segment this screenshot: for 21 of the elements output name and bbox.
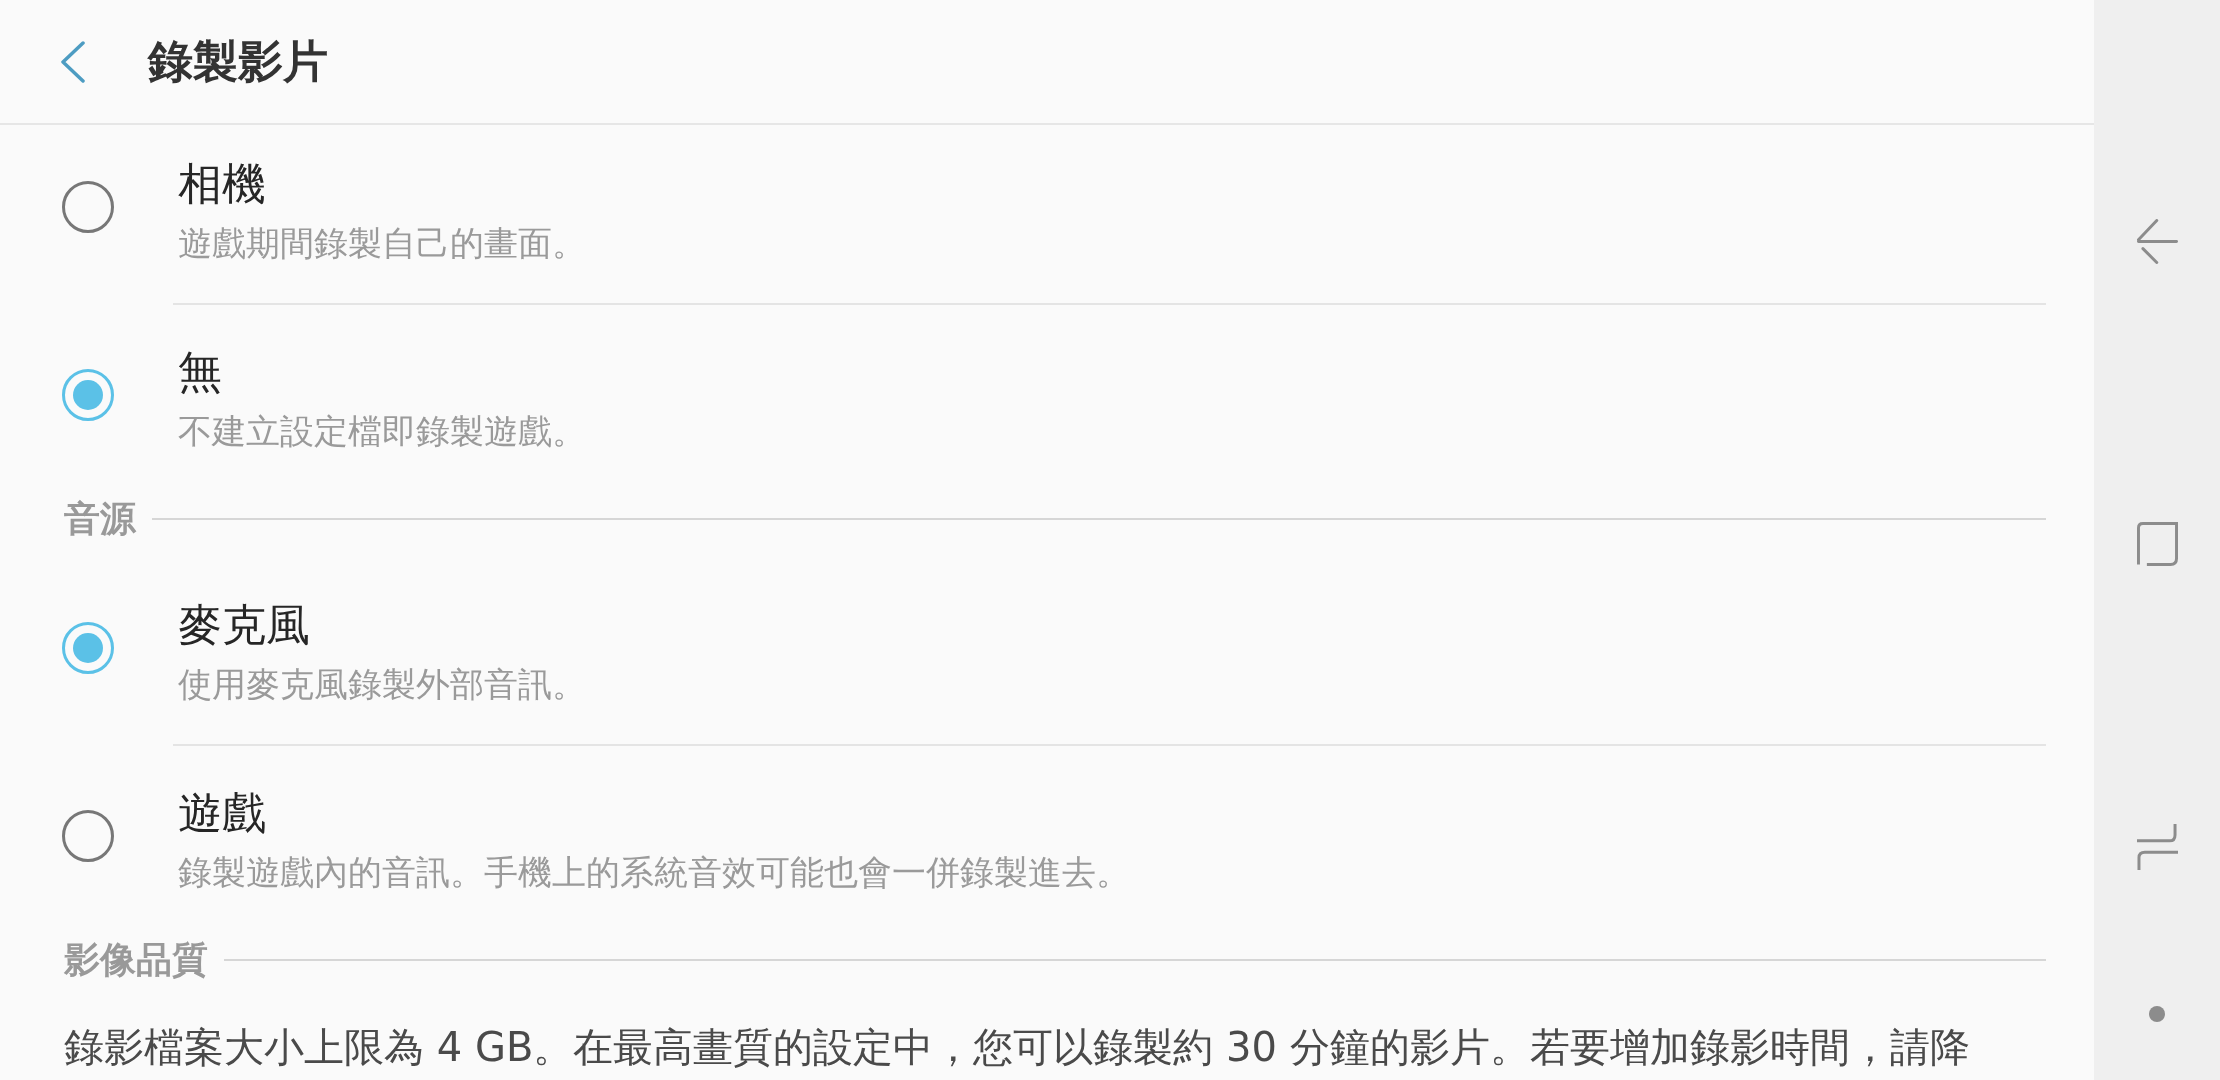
section-heading: 音源 xyxy=(64,497,136,541)
page-title: 錄製影片 xyxy=(148,34,328,89)
back-arrow-icon[interactable] xyxy=(2136,219,2178,264)
stacked-lines-icon[interactable] xyxy=(2136,824,2178,870)
radio-button[interactable] xyxy=(62,368,114,421)
option-title: 無 xyxy=(178,346,222,398)
dot-icon[interactable] xyxy=(2149,1006,2165,1022)
radio-button[interactable] xyxy=(62,621,114,674)
option-description: 不建立設定檔即錄製遊戲。 xyxy=(178,410,586,453)
square-outline-icon[interactable] xyxy=(2136,522,2178,566)
option-description: 錄製遊戲內的音訊。手機上的系統音效可能也會一併錄製進去。 xyxy=(178,851,1130,894)
description-text: 錄影檔案大小上限為 4 GB。在最高畫質的設定中，您可以錄製約 30 分鐘的影片。若要增加錄影時間，請降 xyxy=(64,1023,1970,1072)
option-description: 使用麥克風錄製外部音訊。 xyxy=(178,663,586,706)
option-title: 相機 xyxy=(178,158,266,210)
option-title: 麥克風 xyxy=(178,599,310,651)
option-description: 遊戲期間錄製自己的畫面。 xyxy=(178,222,586,265)
section-heading: 影像品質 xyxy=(64,938,208,982)
radio-button[interactable] xyxy=(62,809,114,862)
radio-button[interactable] xyxy=(62,180,114,233)
option-title: 遊戲 xyxy=(178,787,266,839)
back-icon[interactable] xyxy=(60,40,85,83)
